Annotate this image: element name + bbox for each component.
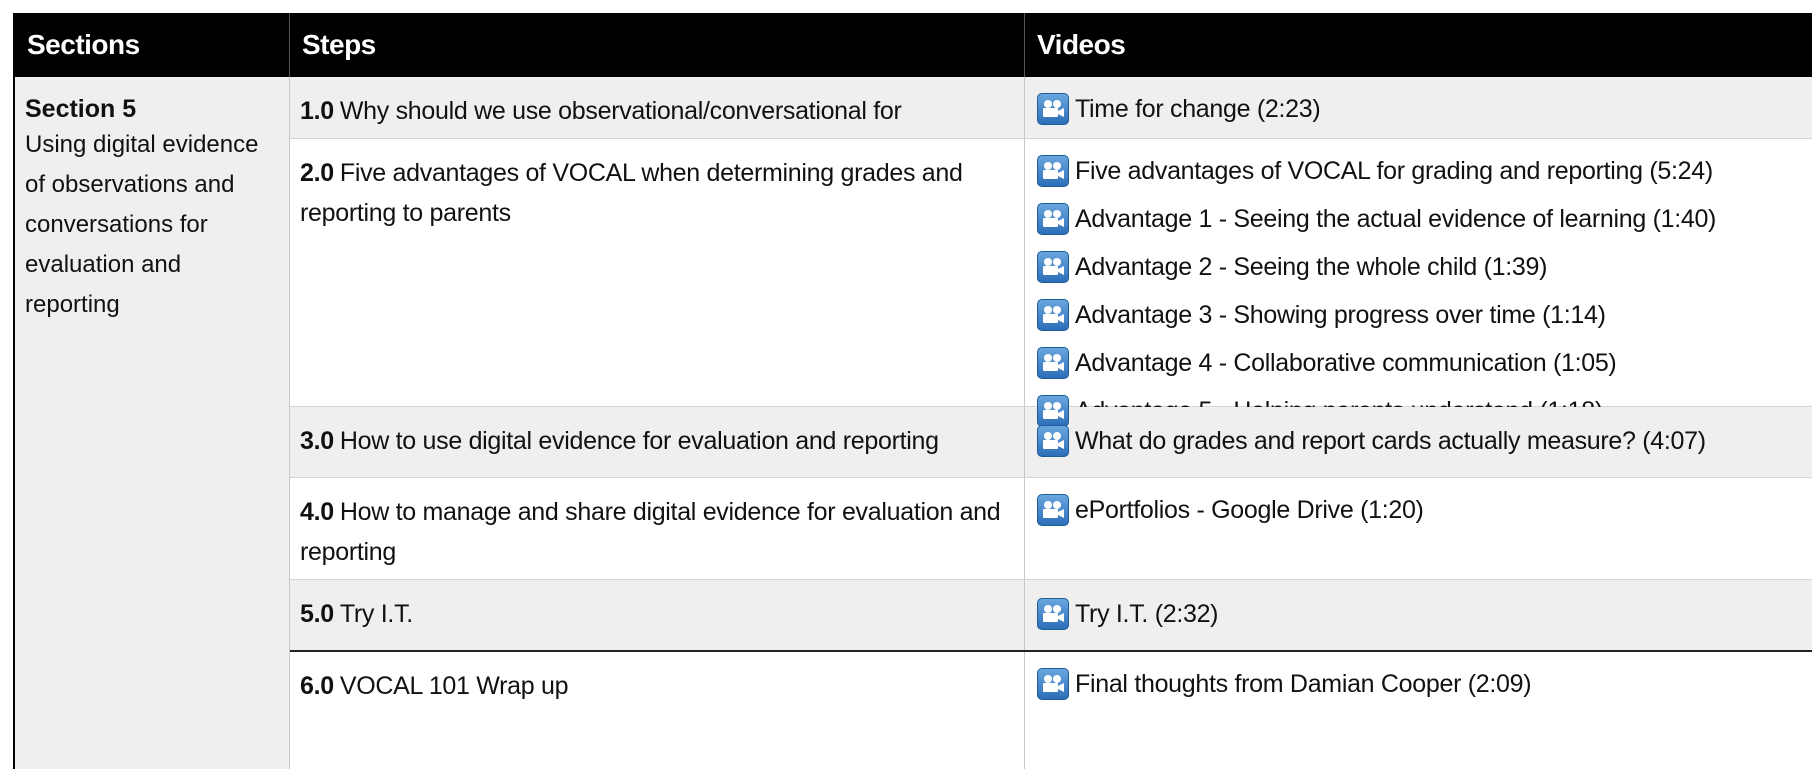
video-camera-icon xyxy=(1037,155,1069,187)
video-title: ePortfolios - Google Drive (1:20) xyxy=(1075,495,1424,524)
step-cell: 1.0 Why should we use observational/conve… xyxy=(290,77,1025,165)
video-cell: What do grades and report cards actually… xyxy=(1025,407,1812,477)
video-cell: Five advantages of VOCAL for grading and… xyxy=(1025,139,1812,427)
step-text: How to manage and share digital evidence… xyxy=(300,498,1001,566)
video-title: Advantage 3 - Showing progress over time… xyxy=(1075,300,1606,329)
video-camera-icon xyxy=(1037,668,1069,700)
video-link[interactable]: Five advantages of VOCAL for grading and… xyxy=(1037,147,1802,195)
step-number: 3.0 xyxy=(300,427,334,455)
video-camera-icon xyxy=(1037,93,1069,125)
step-text: Five advantages of VOCAL when determinin… xyxy=(300,159,963,227)
table-row: 2.0 Five advantages of VOCAL when determi… xyxy=(290,139,1812,427)
video-camera-icon xyxy=(1037,494,1069,526)
step-text: VOCAL 101 Wrap up xyxy=(339,672,569,700)
video-title: Five advantages of VOCAL for grading and… xyxy=(1075,156,1713,185)
video-camera-icon xyxy=(1037,395,1069,427)
step-number: 4.0 xyxy=(300,498,334,526)
section-cell: Section 5 Using digital evidence of obse… xyxy=(15,77,290,769)
step-number: 1.0 xyxy=(300,97,334,125)
step-cell: 3.0 How to use digital evidence for evalu… xyxy=(290,407,1025,477)
video-camera-icon xyxy=(1037,425,1069,457)
video-title: Final thoughts from Damian Cooper (2:09) xyxy=(1075,669,1532,698)
step-number: 5.0 xyxy=(300,600,334,628)
video-title: Advantage 1 - Seeing the actual evidence… xyxy=(1075,204,1717,233)
step-number: 6.0 xyxy=(300,672,334,700)
video-cell: ePortfolios - Google Drive (1:20) xyxy=(1025,478,1812,579)
video-cell: Time for change (2:23) xyxy=(1025,77,1812,138)
video-link[interactable]: Advantage 1 - Seeing the actual evidence… xyxy=(1037,195,1802,243)
step-text: How to use digital evidence for evaluati… xyxy=(339,427,939,455)
video-title: Advantage 2 - Seeing the whole child (1:… xyxy=(1075,252,1548,281)
course-table: Sections Steps Videos Section 5 Using di… xyxy=(13,13,1812,769)
video-link[interactable]: Advantage 2 - Seeing the whole child (1:… xyxy=(1037,243,1802,291)
video-link[interactable]: Time for change (2:23) xyxy=(1037,85,1802,133)
video-cell: Try I.T. (2:32) xyxy=(1025,580,1812,650)
video-camera-icon xyxy=(1037,203,1069,235)
video-title: Time for change (2:23) xyxy=(1075,94,1321,123)
video-camera-icon xyxy=(1037,251,1069,283)
video-title: Try I.T. (2:32) xyxy=(1075,599,1219,628)
video-cell: Final thoughts from Damian Cooper (2:09) xyxy=(1025,652,1812,769)
video-link[interactable]: Advantage 4 - Collaborative communicatio… xyxy=(1037,339,1802,387)
table-body: Section 5 Using digital evidence of obse… xyxy=(15,77,1812,769)
table-row: 5.0 Try I.T. Try I.T. (2:32) xyxy=(290,580,1812,650)
video-title: Advantage 4 - Collaborative communicatio… xyxy=(1075,348,1617,377)
table-row: 4.0 How to manage and share digital evide… xyxy=(290,478,1812,580)
step-cell: 5.0 Try I.T. xyxy=(290,580,1025,650)
video-link[interactable]: Final thoughts from Damian Cooper (2:09) xyxy=(1037,660,1802,708)
video-link[interactable]: What do grades and report cards actually… xyxy=(1037,417,1802,465)
video-link[interactable]: Try I.T. (2:32) xyxy=(1037,590,1802,638)
table-row: 1.0 Why should we use observational/conve… xyxy=(290,77,1812,165)
header-videos: Videos xyxy=(1037,29,1126,60)
step-cell: 4.0 How to manage and share digital evide… xyxy=(290,478,1025,579)
step-number: 2.0 xyxy=(300,159,334,187)
video-link[interactable]: Advantage 3 - Showing progress over time… xyxy=(1037,291,1802,339)
section-description: Using digital evidence of observations a… xyxy=(25,131,259,318)
video-title: What do grades and report cards actually… xyxy=(1075,426,1706,455)
section-title: Section 5 xyxy=(25,95,137,123)
table-row: 6.0 VOCAL 101 Wrap up Final thoughts from… xyxy=(290,650,1812,769)
video-camera-icon xyxy=(1037,299,1069,331)
header-sections: Sections xyxy=(15,13,290,77)
video-camera-icon xyxy=(1037,347,1069,379)
step-text: Try I.T. xyxy=(339,600,413,628)
step-cell: 2.0 Five advantages of VOCAL when determi… xyxy=(290,139,1025,406)
step-cell: 6.0 VOCAL 101 Wrap up xyxy=(290,652,1025,769)
video-camera-icon xyxy=(1037,598,1069,630)
table-header: Sections Steps Videos xyxy=(15,13,1812,77)
header-steps: Steps xyxy=(290,13,1025,77)
video-link[interactable]: ePortfolios - Google Drive (1:20) xyxy=(1037,486,1802,534)
step-rows: 1.0 Why should we use observational/conve… xyxy=(290,77,1812,769)
